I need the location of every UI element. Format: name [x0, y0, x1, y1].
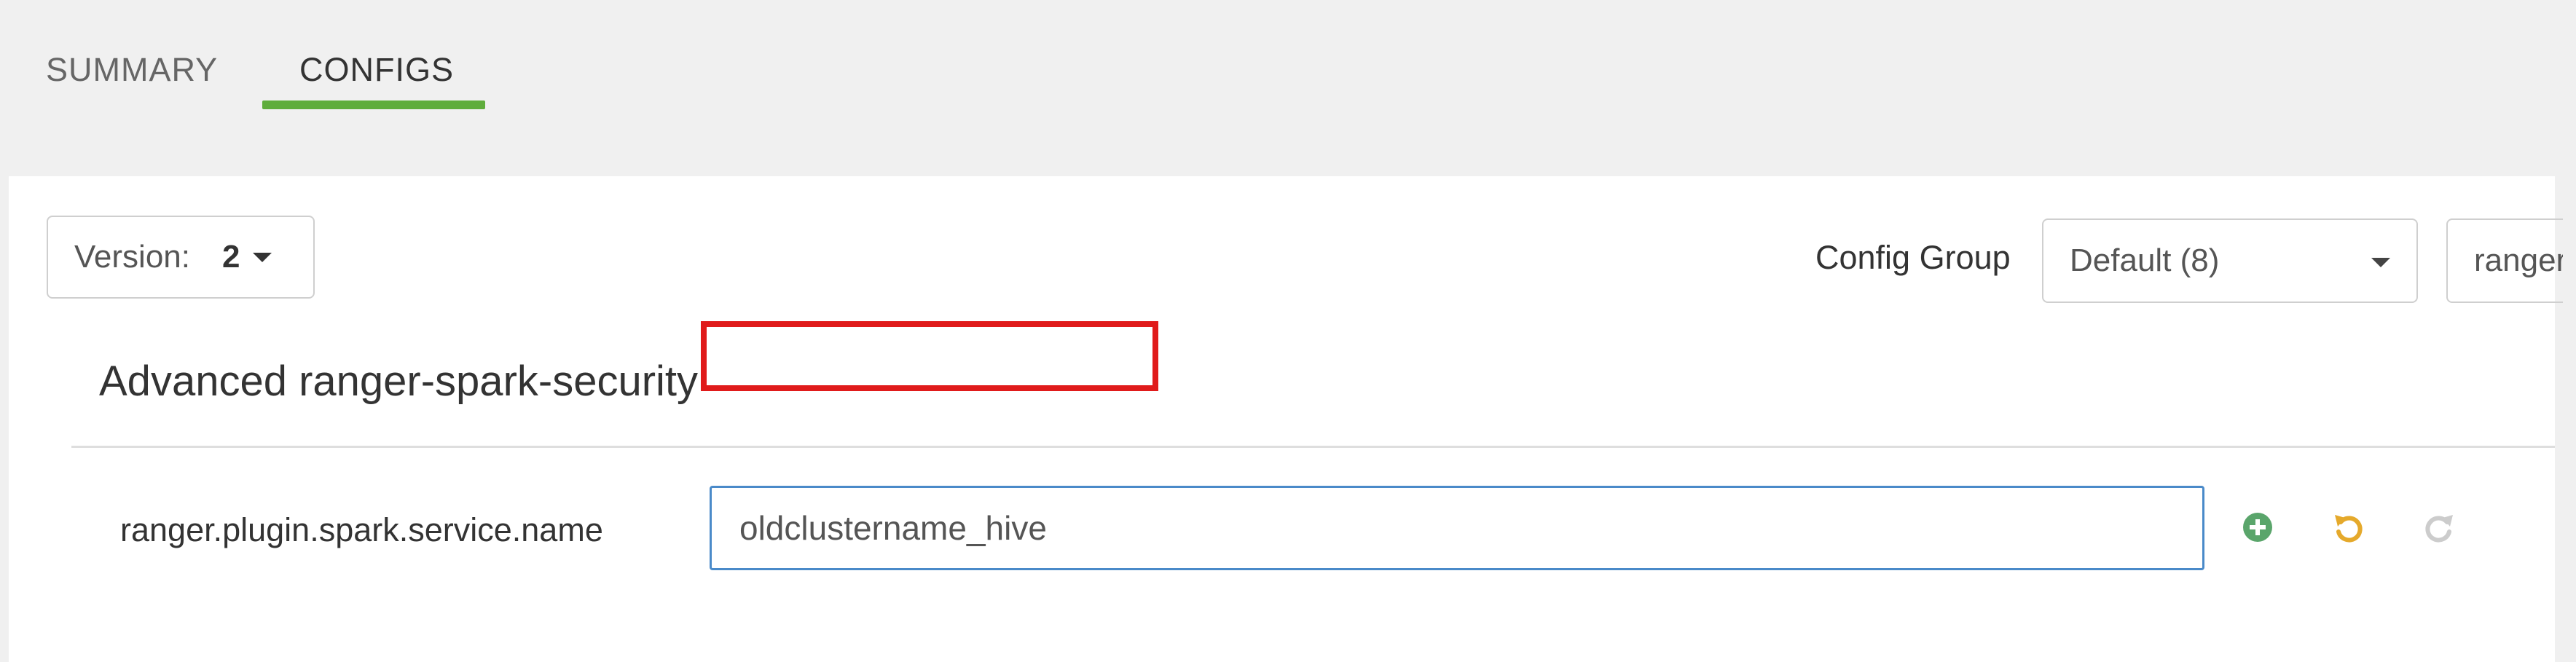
section-divider	[71, 446, 2555, 448]
config-group-select[interactable]: Default (8)	[2042, 218, 2418, 303]
filter-value: ranger	[2474, 243, 2563, 278]
tab-bar: SUMMARY CONFIGS	[0, 0, 2576, 175]
config-panel: Version: 2 Config Group Default (8) rang…	[9, 176, 2563, 662]
active-tab-indicator	[262, 101, 485, 109]
version-value: 2	[221, 239, 240, 275]
filter-input[interactable]: ranger	[2446, 218, 2563, 303]
version-dropdown-button[interactable]: Version: 2	[47, 216, 315, 299]
tab-summary[interactable]: SUMMARY	[46, 51, 218, 89]
version-label: Version:	[74, 239, 190, 275]
section-title: Advanced ranger-spark-security	[99, 358, 699, 405]
chevron-down-icon	[253, 252, 272, 262]
tab-configs[interactable]: CONFIGS	[299, 51, 454, 89]
config-group-label: Config Group	[1815, 239, 2011, 276]
chevron-down-icon	[2371, 258, 2390, 267]
plus-circle-icon[interactable]	[2238, 508, 2277, 547]
undo-icon[interactable]	[2329, 508, 2368, 547]
redo-icon[interactable]	[2419, 508, 2459, 547]
config-group-value: Default (8)	[2070, 243, 2220, 278]
property-value-input[interactable]	[710, 486, 2204, 570]
property-name-label: ranger.plugin.spark.service.name	[120, 511, 603, 548]
